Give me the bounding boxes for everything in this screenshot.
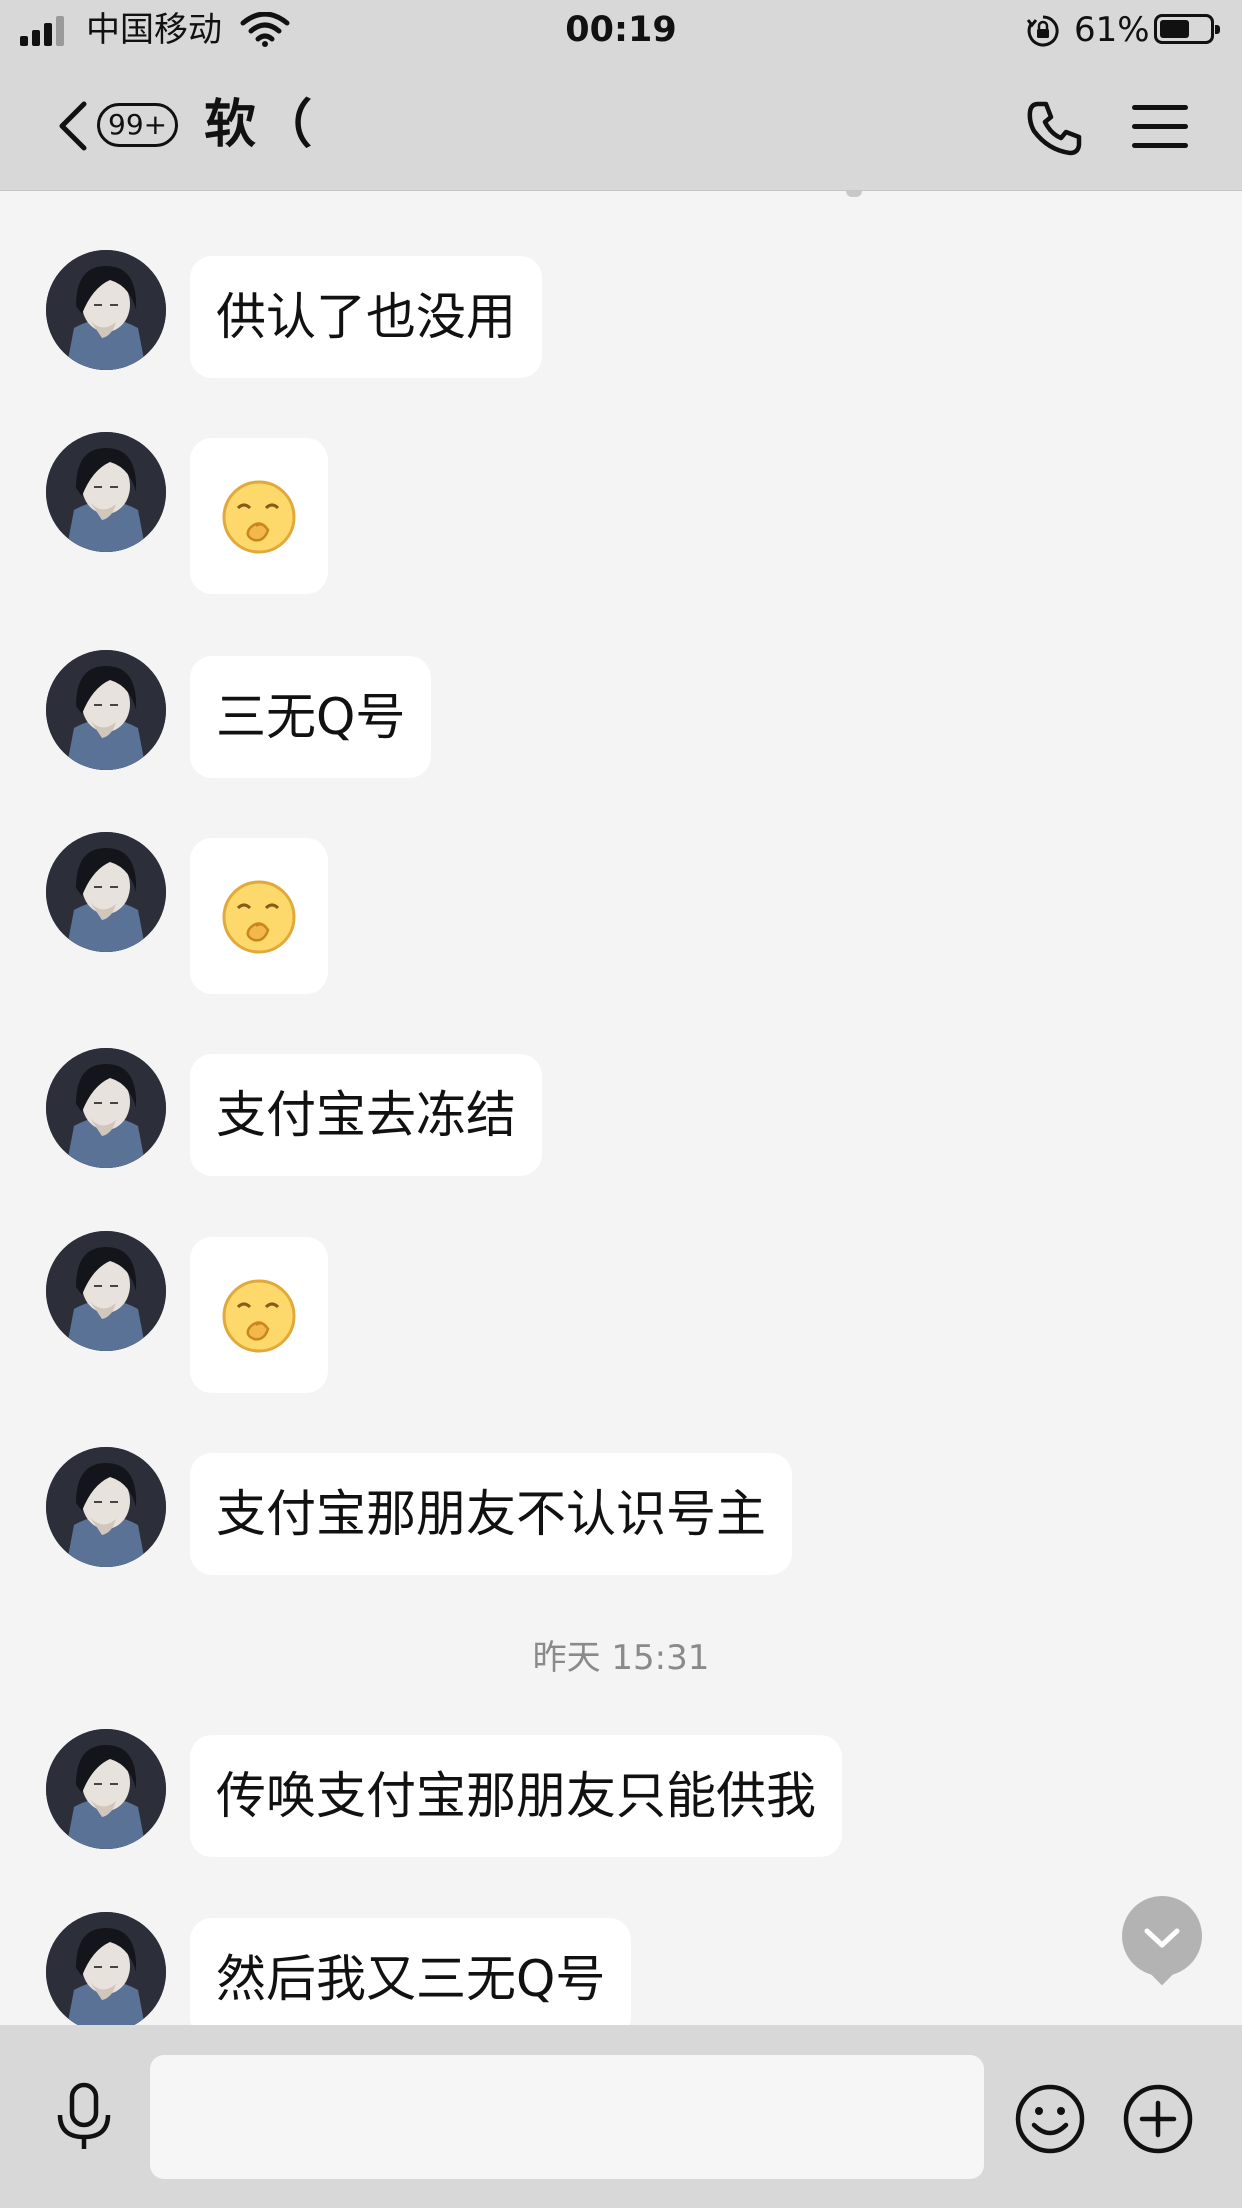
shy-smile-emoji-icon <box>222 880 296 954</box>
menu-icon[interactable] <box>1130 102 1190 152</box>
message-bubble[interactable] <box>190 1237 328 1393</box>
phone-icon[interactable] <box>1024 98 1084 158</box>
avatar[interactable] <box>46 650 166 770</box>
rotation-lock-icon <box>1026 15 1059 47</box>
chat-header: 99+ 软（ <box>0 62 1242 191</box>
message-input[interactable] <box>150 2055 984 2179</box>
avatar[interactable] <box>46 1729 166 1849</box>
message-bubble[interactable]: 传唤支付宝那朋友只能供我 <box>190 1735 842 1857</box>
scroll-to-bottom-button[interactable] <box>1122 1896 1202 1986</box>
avatar[interactable] <box>46 1912 166 2025</box>
message-list[interactable]: 供认了也没用 三无Q号 支付宝去冻结 支付宝那朋友不认识号主 昨天 15:31 … <box>0 191 1242 2025</box>
unread-count-badge[interactable]: 99+ <box>97 103 179 147</box>
battery-fill <box>1160 20 1189 38</box>
timestamp: 昨天 15:31 <box>532 1638 710 1678</box>
partial-element <box>846 191 862 197</box>
message-bubble[interactable]: 支付宝那朋友不认识号主 <box>190 1453 792 1575</box>
plus-circle-icon[interactable] <box>1122 2083 1194 2155</box>
avatar[interactable] <box>46 432 166 552</box>
message-bubble[interactable]: 然后我又三无Q号 <box>190 1918 632 2025</box>
status-bar: 中国移动 00:19 61% <box>0 0 1242 62</box>
input-bar <box>0 2025 1242 2208</box>
chat-title: 软（ <box>204 95 317 155</box>
message-bubble[interactable]: 三无Q号 <box>190 656 432 778</box>
shy-smile-emoji-icon <box>222 1279 296 1353</box>
message-bubble[interactable] <box>190 838 328 994</box>
avatar[interactable] <box>46 1231 166 1351</box>
battery-percent: 61% <box>1074 10 1150 50</box>
avatar[interactable] <box>46 1048 166 1168</box>
avatar[interactable] <box>46 832 166 952</box>
message-bubble[interactable]: 支付宝去冻结 <box>190 1054 542 1176</box>
smiley-icon[interactable] <box>1014 2083 1086 2155</box>
message-bubble[interactable]: 供认了也没用 <box>190 256 542 378</box>
microphone-icon[interactable] <box>50 2081 118 2153</box>
chevron-left-icon[interactable] <box>52 98 92 154</box>
battery-icon <box>1154 14 1220 44</box>
chevron-down-icon <box>1144 1928 1180 1948</box>
shy-smile-emoji-icon <box>222 480 296 554</box>
avatar[interactable] <box>46 1447 166 1567</box>
message-bubble[interactable] <box>190 438 328 594</box>
avatar[interactable] <box>46 250 166 370</box>
